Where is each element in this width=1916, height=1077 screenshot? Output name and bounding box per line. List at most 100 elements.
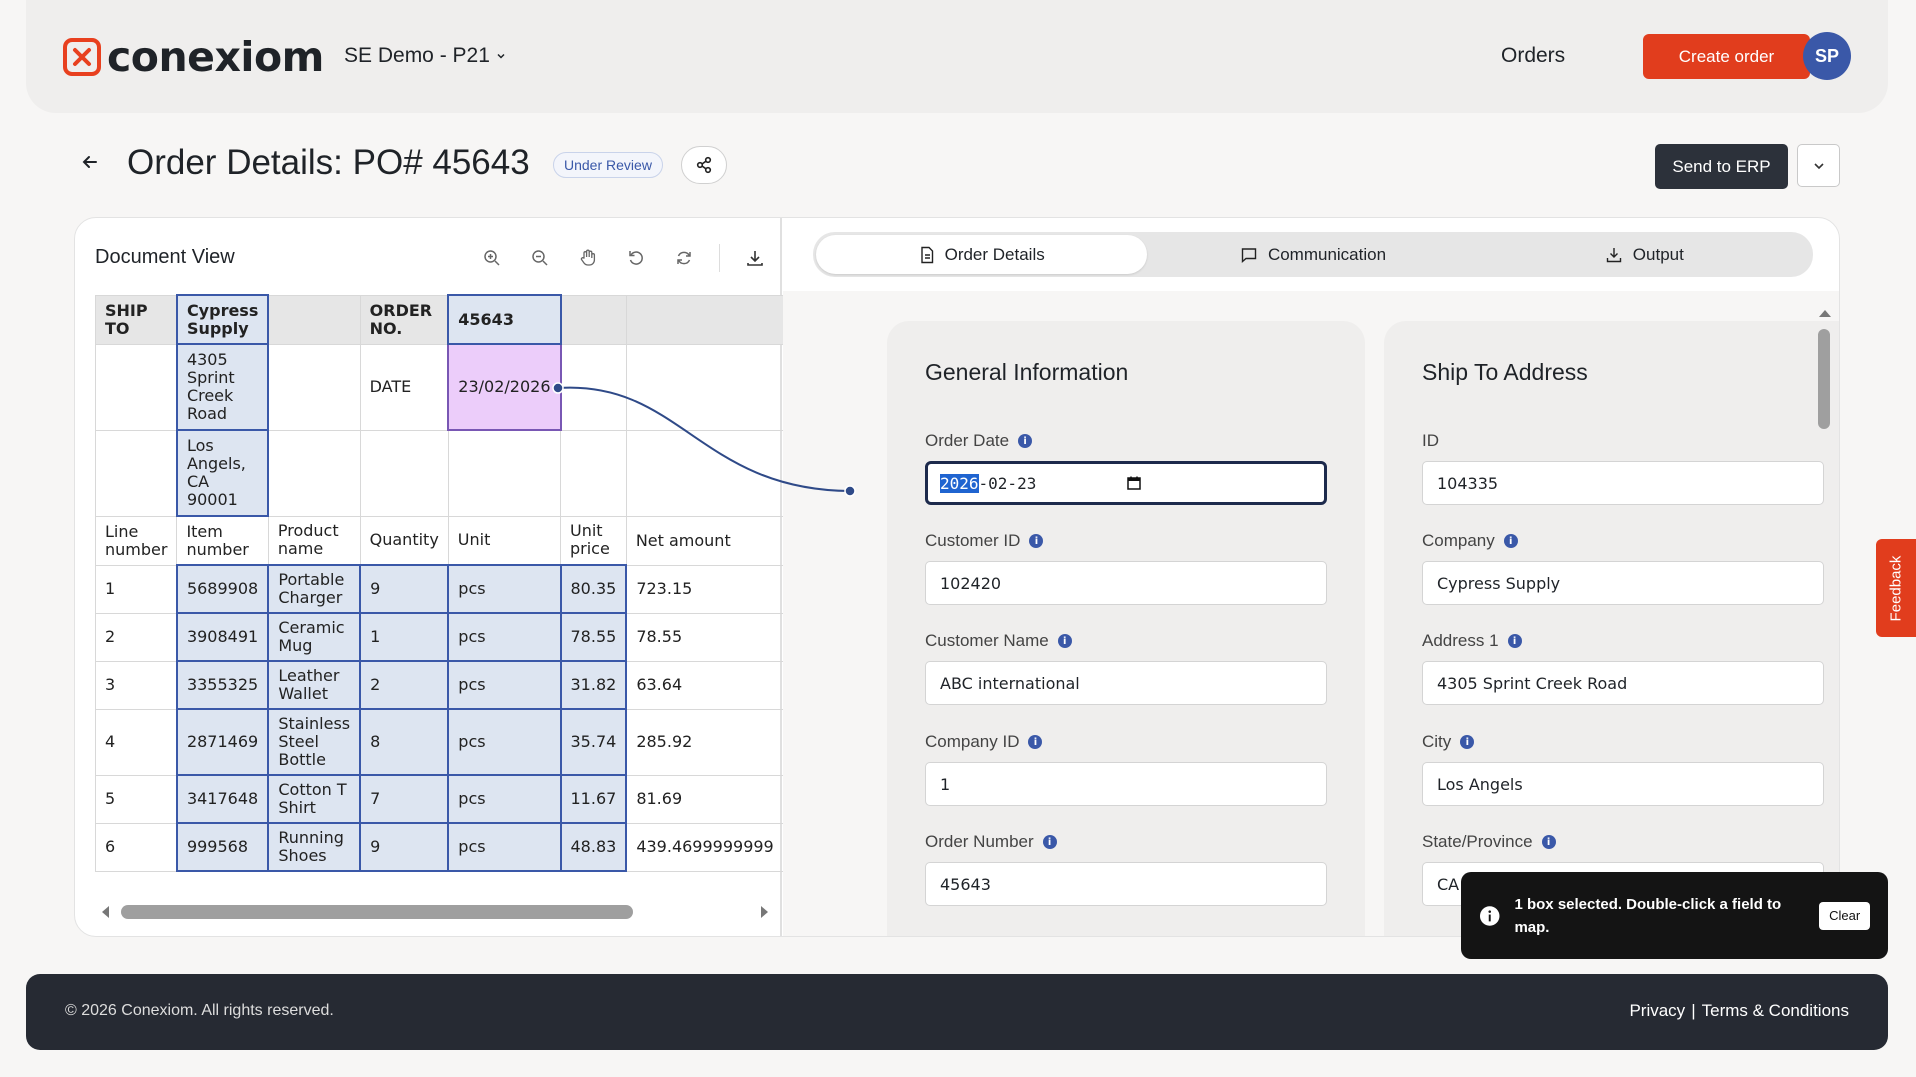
ship-to-city-cell[interactable]: Los Angels, CA 90001 [175,429,270,517]
unit-cell[interactable]: pcs [447,774,562,824]
unit-price-cell[interactable]: 31.82 [559,660,628,710]
column-header[interactable]: Unit price [560,515,627,566]
ship-to-id-field[interactable]: 104335 [1422,461,1824,505]
net-amount-cell[interactable]: 81.69 [625,774,784,824]
column-header[interactable]: Product name [267,515,361,566]
order-number-field[interactable]: 45643 [925,862,1327,906]
item-number-cell[interactable]: 3355325 [175,660,270,710]
more-actions-button[interactable] [1797,144,1840,187]
product-name-cell[interactable]: Running Shoes [267,822,362,872]
info-icon[interactable]: i [1029,534,1044,548]
company-field[interactable]: Cypress Supply [1422,561,1824,605]
info-icon[interactable]: i [1042,835,1057,849]
user-avatar[interactable]: SP [1803,32,1851,80]
quantity-cell[interactable]: 9 [359,822,450,872]
address1-field[interactable]: 4305 Sprint Creek Road [1422,661,1824,705]
city-field[interactable]: Los Angels [1422,762,1824,806]
net-amount-cell[interactable]: 78.55 [625,612,784,662]
customer-id-field[interactable]: 102420 [925,561,1327,605]
column-header[interactable]: Line number [94,515,178,566]
tab-order-details[interactable]: Order Details [816,235,1148,274]
scroll-right-icon[interactable] [759,904,771,920]
unit-price-cell[interactable]: 80.35 [559,564,628,614]
item-number-cell[interactable]: 5689908 [175,564,270,614]
line-number-cell[interactable]: 5 [94,774,178,824]
order-date-field[interactable]: 2026 -02-23 [925,461,1327,505]
column-header[interactable]: Item number [176,515,269,566]
unit-cell[interactable]: pcs [447,822,562,872]
date-label-cell[interactable]: DATE [359,343,449,431]
company-id-field[interactable]: 1 [925,762,1327,806]
workspace-selector[interactable]: SE Demo - P21 [344,44,506,68]
product-name-cell[interactable]: Ceramic Mug [267,612,362,662]
unit-cell[interactable]: pcs [447,612,562,662]
scrollbar-thumb[interactable] [121,905,633,919]
column-header[interactable]: Unit [447,515,562,566]
tab-output[interactable]: Output [1479,235,1810,274]
column-header[interactable]: Quantity [359,515,449,566]
customer-name-field[interactable]: ABC international [925,661,1327,705]
clear-selection-button[interactable]: Clear [1819,901,1870,930]
download-icon[interactable] [742,245,768,271]
terms-link[interactable]: Terms & Conditions [1702,1001,1849,1021]
zoom-in-icon[interactable] [479,245,505,271]
unit-price-cell[interactable]: 48.83 [559,822,628,872]
info-icon[interactable]: i [1507,634,1522,648]
info-icon[interactable]: i [1028,735,1043,749]
scrollbar-thumb[interactable] [1818,329,1830,429]
line-number-cell[interactable]: 6 [94,822,178,872]
line-number-cell[interactable]: 4 [94,708,178,776]
quantity-cell[interactable]: 1 [359,612,450,662]
unit-cell[interactable]: pcs [447,660,562,710]
info-icon[interactable]: i [1503,534,1518,548]
unit-cell[interactable]: pcs [447,708,562,776]
ship-to-address-cell[interactable]: 4305 Sprint Creek Road [175,343,270,431]
order-no-value-cell[interactable]: 45643 [447,294,562,345]
ship-to-label-cell[interactable]: SHIP TO [94,294,178,345]
net-amount-cell[interactable]: 439.4699999999 [625,822,784,872]
product-name-cell[interactable]: Cotton T Shirt [267,774,362,824]
quantity-cell[interactable]: 8 [359,708,450,776]
line-number-cell[interactable]: 3 [94,660,178,710]
conexiom-logo[interactable]: conexiom [63,33,324,81]
share-button[interactable] [681,146,727,184]
quantity-cell[interactable]: 2 [359,660,450,710]
item-number-cell[interactable]: 999568 [175,822,270,872]
privacy-link[interactable]: Privacy [1629,1001,1685,1021]
vertical-scrollbar[interactable] [1815,303,1835,923]
product-name-cell[interactable]: Portable Charger [267,564,362,614]
quantity-cell[interactable]: 9 [359,564,450,614]
zoom-out-icon[interactable] [527,245,553,271]
line-number-cell[interactable]: 2 [94,612,178,662]
order-no-label-cell[interactable]: ORDER NO. [359,294,449,345]
nav-orders-link[interactable]: Orders [1501,44,1565,68]
create-order-button[interactable]: Create order [1643,34,1810,79]
quantity-cell[interactable]: 7 [359,774,450,824]
line-number-cell[interactable]: 1 [94,564,178,614]
unit-price-cell[interactable]: 78.55 [559,612,628,662]
scroll-up-icon[interactable] [1817,307,1833,319]
column-header[interactable]: Net amount [625,515,784,566]
item-number-cell[interactable]: 2871469 [175,708,270,776]
info-icon[interactable]: i [1541,835,1556,849]
calendar-icon[interactable] [1126,475,1142,491]
scroll-left-icon[interactable] [99,904,111,920]
pan-hand-icon[interactable] [575,245,601,271]
net-amount-cell[interactable]: 63.64 [625,660,784,710]
product-name-cell[interactable]: Stainless Steel Bottle [267,708,362,776]
refresh-icon[interactable] [671,245,697,271]
date-value-cell[interactable]: 23/02/2026 [447,343,562,431]
ship-to-name-cell[interactable]: Cypress Supply [175,294,270,345]
net-amount-cell[interactable]: 723.15 [625,564,784,614]
product-name-cell[interactable]: Leather Wallet [267,660,362,710]
send-to-erp-button[interactable]: Send to ERP [1655,144,1788,189]
tab-communication[interactable]: Communication [1147,235,1478,274]
feedback-tab[interactable]: Feedback [1876,539,1916,637]
net-amount-cell[interactable]: 285.92 [625,708,784,776]
unit-price-cell[interactable]: 35.74 [559,708,628,776]
item-number-cell[interactable]: 3417648 [175,774,270,824]
unit-price-cell[interactable]: 11.67 [559,774,628,824]
back-arrow-icon[interactable] [80,152,100,178]
info-icon[interactable]: i [1057,634,1072,648]
info-icon[interactable]: i [1018,434,1033,448]
